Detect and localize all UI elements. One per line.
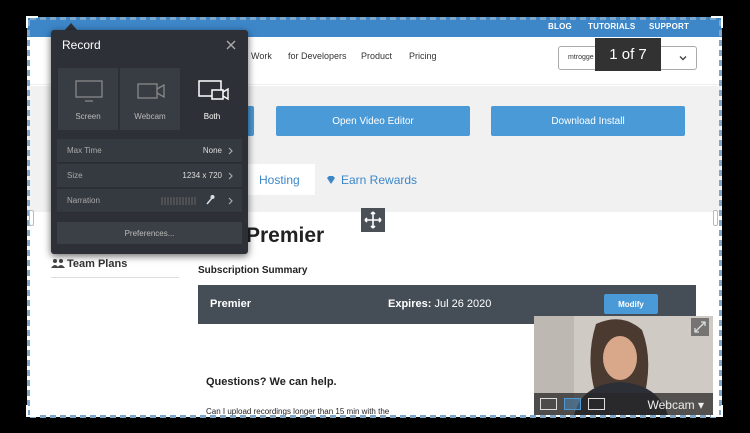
expires-label: Expires: [388,298,432,310]
webcam-mode-medium[interactable] [564,398,581,410]
mode-screen-button[interactable]: Screen [58,68,118,130]
mode-webcam-label: Webcam [134,112,166,121]
questions-heading: Questions? We can help. [206,376,337,388]
screen-and-camera-icon [198,80,229,101]
capture-border-bottom [30,415,720,418]
resize-corner-top-left[interactable] [26,16,38,28]
narration-label: Narration [67,196,100,205]
capture-border-right [719,20,722,415]
gem-icon [327,176,335,184]
expand-button[interactable] [691,318,709,336]
webcam-source-dropdown[interactable]: Webcam ▾ [648,398,704,412]
account-value: mtrogge [568,54,594,61]
download-install-button[interactable]: Download Install [491,106,685,136]
microphone-icon [206,195,215,205]
divider [51,277,179,278]
blog-link[interactable]: BLOG [548,22,572,31]
size-value: 1234 x 720 [182,171,222,180]
expires-date: Jul 26 2020 [434,298,492,310]
record-panel-title: Record [62,38,101,52]
tab-rewards-label: Earn Rewards [341,173,418,187]
resize-handle-right[interactable] [713,210,718,226]
preferences-button[interactable]: Preferences... [57,222,242,244]
plan-name: Premier [210,298,251,310]
tutorials-link[interactable]: TUTORIALS [588,22,635,31]
monitor-icon [75,80,103,102]
users-icon [51,259,65,268]
max-time-label: Max Time [67,146,102,155]
capture-border-top [30,17,720,20]
webcam-mode-large[interactable] [588,398,605,410]
mode-webcam-button[interactable]: Webcam [120,68,180,130]
webcam-toolbar: Webcam ▾ [534,393,713,415]
move-handle[interactable] [361,208,385,232]
subscription-summary-heading: Subscription Summary [198,265,308,276]
page-counter: 1 of 7 [595,38,661,71]
page-title: Premier [246,224,325,247]
nav-product[interactable]: Product [361,51,392,61]
modify-button[interactable]: Modify [604,294,658,314]
nav-pricing[interactable]: Pricing [409,51,437,61]
screen-recorder-stage: BLOG TUTORIALS SUPPORT Work for Develope… [0,0,750,433]
chevron-right-icon [228,147,233,155]
webcam-preview[interactable]: Webcam ▾ [534,316,713,415]
narration-option[interactable]: Narration [57,189,242,213]
chevron-down-icon [679,56,687,61]
mode-both-label: Both [203,112,221,121]
record-panel: Record Screen Webcam Both Max Time None … [51,30,248,254]
chevron-right-icon [228,172,233,180]
resize-corner-top-right[interactable] [711,16,723,28]
webcam-mode-small[interactable] [540,398,557,410]
support-link[interactable]: SUPPORT [649,22,689,31]
team-plans-label: Team Plans [67,258,128,270]
nav-developers[interactable]: for Developers [288,51,347,61]
close-icon[interactable] [225,39,237,51]
expires-info: Expires: Jul 26 2020 [388,298,491,310]
open-video-editor-button[interactable]: Open Video Editor [276,106,470,136]
size-option[interactable]: Size 1234 x 720 [57,164,242,188]
expand-icon [694,321,706,333]
resize-corner-bottom-left[interactable] [26,405,38,417]
move-icon [364,211,382,229]
max-time-value: None [202,146,222,155]
camera-icon [137,83,165,99]
size-label: Size [67,171,83,180]
mode-both-button[interactable]: Both [182,68,242,130]
chevron-right-icon [228,197,233,205]
tab-earn-rewards[interactable]: Earn Rewards [326,173,417,187]
nav-work[interactable]: Work [251,51,272,61]
tab-hosting-label: Hosting [259,173,300,187]
max-time-option[interactable]: Max Time None [57,139,242,163]
sidebar-item-team-plans[interactable]: Team Plans [51,258,127,270]
resize-handle-left[interactable] [29,210,34,226]
mode-screen-label: Screen [75,112,101,121]
audio-level-meter [161,197,196,205]
